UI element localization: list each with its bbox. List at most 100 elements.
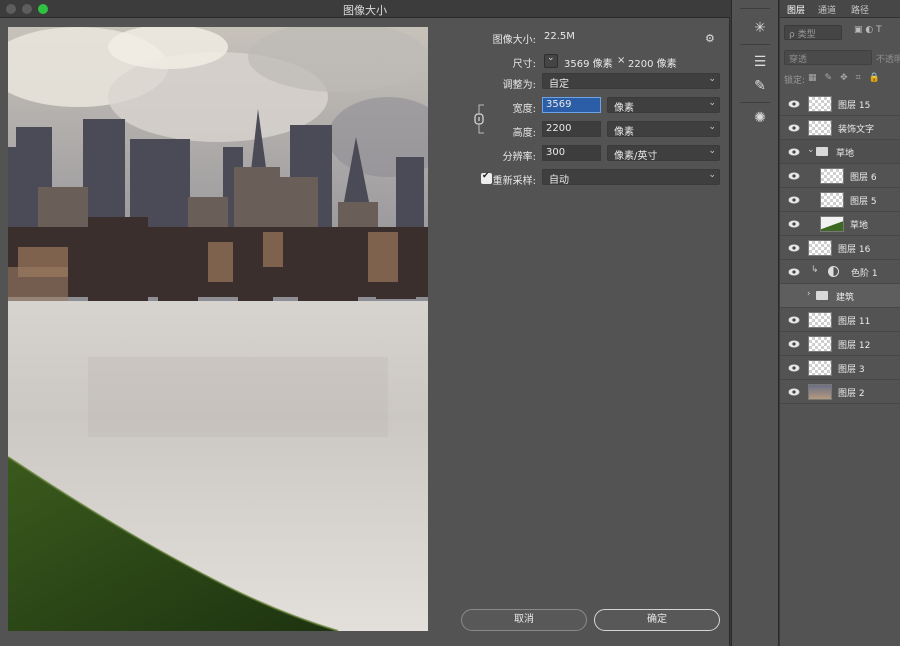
opacity-label: 不透明 [876, 55, 900, 65]
resolution-unit-value: 像素/英寸 [614, 151, 658, 162]
eye-icon[interactable] [788, 170, 800, 182]
lock-position-icon[interactable]: ✥ [840, 73, 856, 83]
layer-name: 图层 11 [838, 317, 871, 327]
layer-row[interactable]: 图层 16 [780, 236, 900, 260]
chevron-down-icon: ⌄ [708, 146, 716, 156]
filter-icons: ▣ ◐ T [854, 25, 882, 35]
layer-group-row[interactable]: ⌄ 草地 [780, 140, 900, 164]
resample-select[interactable]: 自动 ⌄ [542, 169, 720, 186]
adjustment-filter-icon[interactable]: ◐ [865, 25, 873, 35]
eye-icon[interactable] [788, 266, 800, 278]
layer-row[interactable]: 草地 [780, 212, 900, 236]
layer-row[interactable]: 图层 5 [780, 188, 900, 212]
dimensions-width: 3569 像素 [564, 59, 613, 70]
layer-row[interactable]: 图层 3 [780, 356, 900, 380]
dimensions-height: 2200 像素 [628, 59, 677, 70]
fit-to-label: 调整为: [502, 80, 536, 91]
layer-row[interactable]: 图层 12 [780, 332, 900, 356]
eye-icon[interactable] [788, 194, 800, 206]
resolution-unit-select[interactable]: 像素/英寸 ⌄ [607, 145, 720, 162]
height-label: 高度: [512, 128, 536, 139]
width-input[interactable]: 3569 [542, 97, 601, 113]
layer-name: 图层 2 [838, 389, 865, 399]
folder-icon [816, 147, 828, 156]
dimensions-dropdown-button[interactable]: ⌄ [544, 53, 558, 68]
layer-filter-select[interactable]: ρ 类型 [784, 25, 842, 40]
title-bar: 图像大小 [0, 0, 730, 18]
eye-icon[interactable] [788, 314, 800, 326]
image-preview[interactable] [8, 27, 428, 631]
layer-name: 图层 5 [850, 197, 877, 207]
fit-to-value: 自定 [549, 79, 569, 90]
layer-group-row[interactable]: › 建筑 [780, 284, 900, 308]
layer-thumbnail [808, 360, 832, 376]
eye-icon[interactable] [788, 98, 800, 110]
tab-layers[interactable]: 图层 [787, 3, 805, 16]
starburst-icon[interactable]: ✺ [752, 110, 768, 126]
image-size-label: 图像大小: [492, 35, 536, 46]
dialog-title: 图像大小 [343, 4, 387, 17]
layer-thumbnail [808, 336, 832, 352]
image-filter-icon[interactable]: ▣ [854, 25, 863, 35]
layer-thumbnail [808, 96, 832, 112]
eye-icon[interactable] [788, 386, 800, 398]
gear-icon[interactable]: ⚙ [705, 32, 715, 45]
sparkle-icon[interactable]: ✳ [752, 20, 768, 36]
chevron-down-icon: ⌄ [708, 74, 716, 84]
layer-row[interactable]: 图层 15 [780, 92, 900, 116]
height-unit-select[interactable]: 像素 ⌄ [607, 121, 720, 138]
divider [740, 44, 770, 45]
tab-channels[interactable]: 通道 [818, 3, 836, 16]
lock-icons: ▦✎✥⌗🔒 [808, 73, 888, 83]
resample-checkbox[interactable]: ✔ [481, 171, 492, 184]
layer-row[interactable]: ↳ 色阶 1 [780, 260, 900, 284]
image-size-row: 图像大小: 22.5M ⚙ [450, 28, 730, 48]
layer-row[interactable]: 图层 6 [780, 164, 900, 188]
image-size-dialog: 图像大小 图像大小: 22.5M ⚙ 尺寸: ⌄ 3569 像素 × 2200 … [0, 0, 730, 646]
layer-row[interactable]: 装饰文字 [780, 116, 900, 140]
ok-button[interactable]: 确定 [594, 609, 720, 631]
lock-all-icon[interactable]: 🔒 [869, 73, 888, 83]
clipping-arrow-icon: ↳ [811, 265, 819, 275]
eye-icon[interactable] [788, 146, 800, 158]
layer-thumbnail [808, 240, 832, 256]
lock-label: 锁定: [784, 76, 806, 86]
layer-name: 图层 12 [838, 341, 871, 351]
layer-name: 图层 16 [838, 245, 871, 255]
layer-name: 色阶 1 [851, 269, 878, 279]
eye-icon[interactable] [788, 338, 800, 350]
text-filter-icon[interactable]: T [876, 25, 882, 35]
lock-transparent-icon[interactable]: ▦ [808, 73, 825, 83]
eye-icon[interactable] [788, 242, 800, 254]
lock-artboard-icon[interactable]: ⌗ [856, 73, 869, 83]
resolution-input[interactable]: 300 [542, 145, 601, 161]
eye-icon[interactable] [788, 122, 800, 134]
cancel-button[interactable]: 取消 [461, 609, 587, 631]
tab-paths[interactable]: 路径 [851, 3, 869, 16]
layer-row[interactable]: 图层 2 [780, 380, 900, 404]
resample-label: 重新采样: [492, 176, 536, 187]
checkmark-icon: ✔ [482, 171, 490, 181]
image-size-value: 22.5M [544, 31, 575, 42]
fit-to-select[interactable]: 自定 ⌄ [542, 73, 720, 90]
panel-tool-strip: ✳ ☰ ✎ ✺ [731, 0, 779, 646]
dimensions-separator: × [617, 55, 626, 66]
settings-panel: 图像大小: 22.5M ⚙ 尺寸: ⌄ 3569 像素 × 2200 像素 调整… [450, 24, 730, 204]
sliders-icon[interactable]: ☰ [752, 54, 768, 70]
brush-icon[interactable]: ✎ [752, 78, 768, 94]
layer-row[interactable]: 图层 11 [780, 308, 900, 332]
height-input[interactable]: 2200 [542, 121, 601, 137]
lock-paint-icon[interactable]: ✎ [825, 73, 841, 83]
resample-value: 自动 [549, 175, 569, 186]
eye-icon[interactable] [788, 218, 800, 230]
chevron-down-icon: ⌄ [708, 122, 716, 132]
layer-thumbnail [820, 216, 844, 232]
width-unit-select[interactable]: 像素 ⌄ [607, 97, 720, 114]
eye-icon[interactable] [788, 362, 800, 374]
fit-to-row: 调整为: 自定 ⌄ [450, 73, 730, 93]
chevron-right-icon[interactable]: › [807, 289, 811, 299]
width-unit-value: 像素 [614, 103, 634, 114]
chevron-down-icon[interactable]: ⌄ [807, 145, 815, 155]
layer-name: 草地 [836, 149, 855, 159]
blend-mode-select[interactable]: 穿透 [784, 50, 872, 65]
